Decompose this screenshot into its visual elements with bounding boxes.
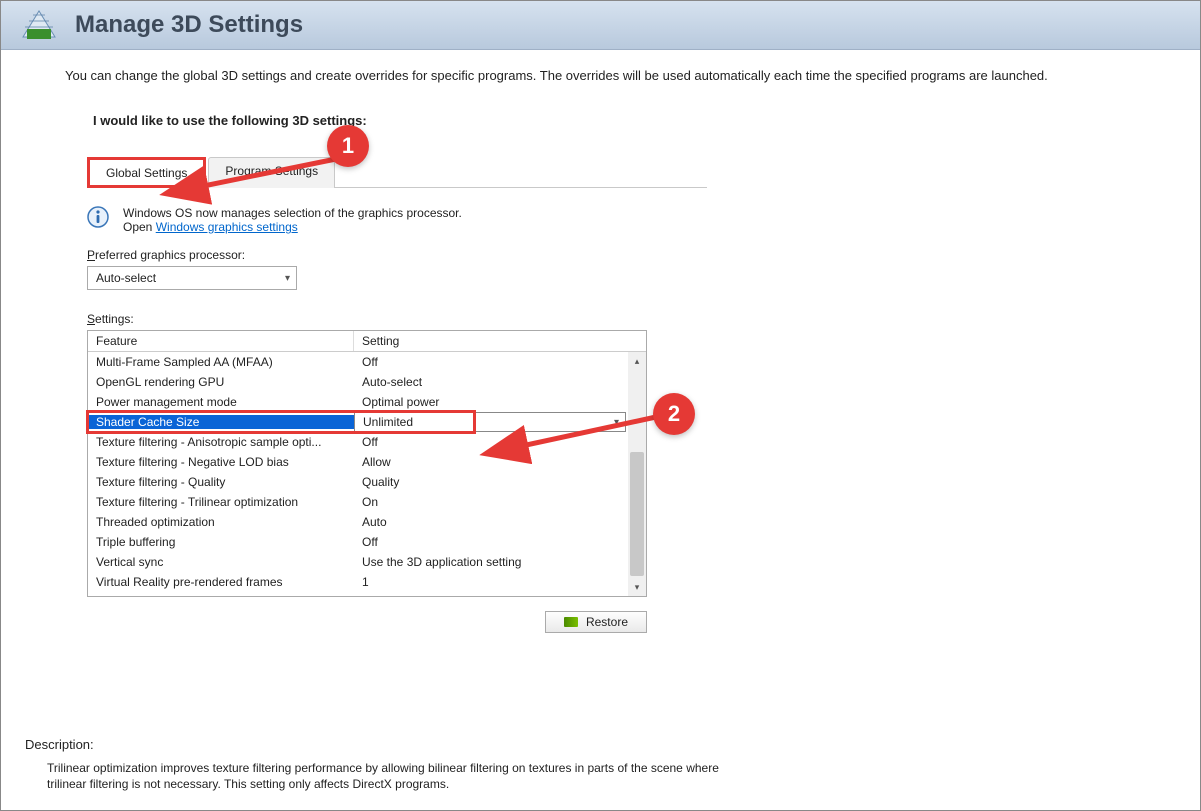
row-feature: Texture filtering - Quality — [88, 475, 354, 489]
row-feature: Triple buffering — [88, 535, 354, 549]
row-feature: Multi-Frame Sampled AA (MFAA) — [88, 355, 354, 369]
tab-program-settings[interactable]: Program Settings — [208, 157, 335, 188]
preferred-processor-value: Auto-select — [96, 271, 156, 285]
row-value: On — [354, 495, 628, 509]
info-text: Windows OS now manages selection of the … — [123, 206, 462, 234]
column-setting[interactable]: Setting — [354, 331, 628, 351]
chevron-down-icon: ▾ — [614, 417, 619, 428]
nvidia-3d-icon — [19, 7, 59, 43]
settings-table-header: Feature Setting — [88, 331, 646, 352]
row-value: Auto — [354, 515, 628, 529]
row-feature: Power management mode — [88, 395, 354, 409]
table-row[interactable]: Texture filtering - QualityQuality — [88, 472, 628, 492]
row-value: Optimal power — [354, 395, 628, 409]
windows-graphics-settings-link[interactable]: Windows graphics settings — [156, 220, 298, 234]
row-feature: Virtual Reality pre-rendered frames — [88, 575, 354, 589]
row-value: Quality — [354, 475, 628, 489]
table-row[interactable]: Texture filtering - Trilinear optimizati… — [88, 492, 628, 512]
row-value: 1 — [354, 575, 628, 589]
preferred-processor-label: Preferred graphics processor: — [87, 248, 1136, 262]
row-value: Off — [354, 535, 628, 549]
selected-value: Unlimited — [363, 415, 413, 429]
nvidia-logo-icon — [564, 617, 578, 627]
chevron-down-icon: ▾ — [285, 273, 290, 284]
table-row[interactable]: Texture filtering - Negative LOD biasAll… — [88, 452, 628, 472]
row-feature: Texture filtering - Negative LOD bias — [88, 455, 354, 469]
description-section: Description: Trilinear optimization impr… — [25, 737, 1176, 792]
row-value: Off — [354, 355, 628, 369]
table-row[interactable]: Multi-Frame Sampled AA (MFAA)Off — [88, 352, 628, 372]
tab-bar: Global Settings Program Settings — [87, 156, 707, 188]
page-title: Manage 3D Settings — [75, 11, 303, 39]
row-value: Off — [354, 435, 628, 449]
table-row[interactable]: Texture filtering - Anisotropic sample o… — [88, 432, 628, 452]
description-text: Trilinear optimization improves texture … — [25, 760, 725, 792]
shader-cache-size-select[interactable]: Unlimited ▾ — [354, 412, 626, 432]
info-icon — [87, 206, 109, 228]
settings-label: Settings: — [87, 312, 1136, 326]
row-feature: Vertical sync — [88, 555, 354, 569]
row-feature: OpenGL rendering GPU — [88, 375, 354, 389]
annotation-badge-1: 1 — [327, 125, 369, 167]
scroll-up-icon[interactable]: ▴ — [628, 352, 646, 370]
window-header: Manage 3D Settings — [1, 1, 1200, 50]
annotation-badge-2: 2 — [653, 393, 695, 435]
table-row[interactable]: Threaded optimizationAuto — [88, 512, 628, 532]
tab-global-settings[interactable]: Global Settings — [87, 157, 206, 188]
column-feature[interactable]: Feature — [88, 331, 354, 351]
table-row[interactable]: Triple bufferingOff — [88, 532, 628, 552]
restore-label: Restore — [586, 615, 628, 629]
row-value: Use the 3D application setting — [354, 555, 628, 569]
row-feature: Texture filtering - Trilinear optimizati… — [88, 495, 354, 509]
settings-group: I would like to use the following 3D set… — [65, 113, 1150, 645]
table-row[interactable]: Virtual Reality pre-rendered frames1 — [88, 572, 628, 592]
row-value: Auto-select — [354, 375, 628, 389]
table-row[interactable]: Vertical syncUse the 3D application sett… — [88, 552, 628, 572]
description-label: Description: — [25, 737, 1176, 752]
row-value: Allow — [354, 455, 628, 469]
scroll-thumb[interactable] — [630, 452, 644, 576]
scroll-down-icon[interactable]: ▾ — [628, 578, 646, 596]
group-label: I would like to use the following 3D set… — [75, 113, 1140, 128]
info-banner: Windows OS now manages selection of the … — [87, 206, 1136, 234]
preferred-processor-select[interactable]: Auto-select ▾ — [87, 266, 297, 290]
row-feature: Shader Cache Size — [88, 415, 354, 429]
row-feature: Threaded optimization — [88, 515, 354, 529]
intro-text: You can change the global 3D settings an… — [65, 68, 1150, 83]
table-row[interactable]: Power management modeOptimal power — [88, 392, 628, 412]
table-scrollbar[interactable]: ▴ ▾ — [628, 352, 646, 596]
info-line2-prefix: Open — [123, 220, 156, 234]
info-line1: Windows OS now manages selection of the … — [123, 206, 462, 220]
table-row[interactable]: OpenGL rendering GPUAuto-select — [88, 372, 628, 392]
restore-button[interactable]: Restore — [545, 611, 647, 633]
settings-table: Feature Setting Multi-Frame Sampled AA (… — [87, 330, 647, 597]
row-feature: Texture filtering - Anisotropic sample o… — [88, 435, 354, 449]
